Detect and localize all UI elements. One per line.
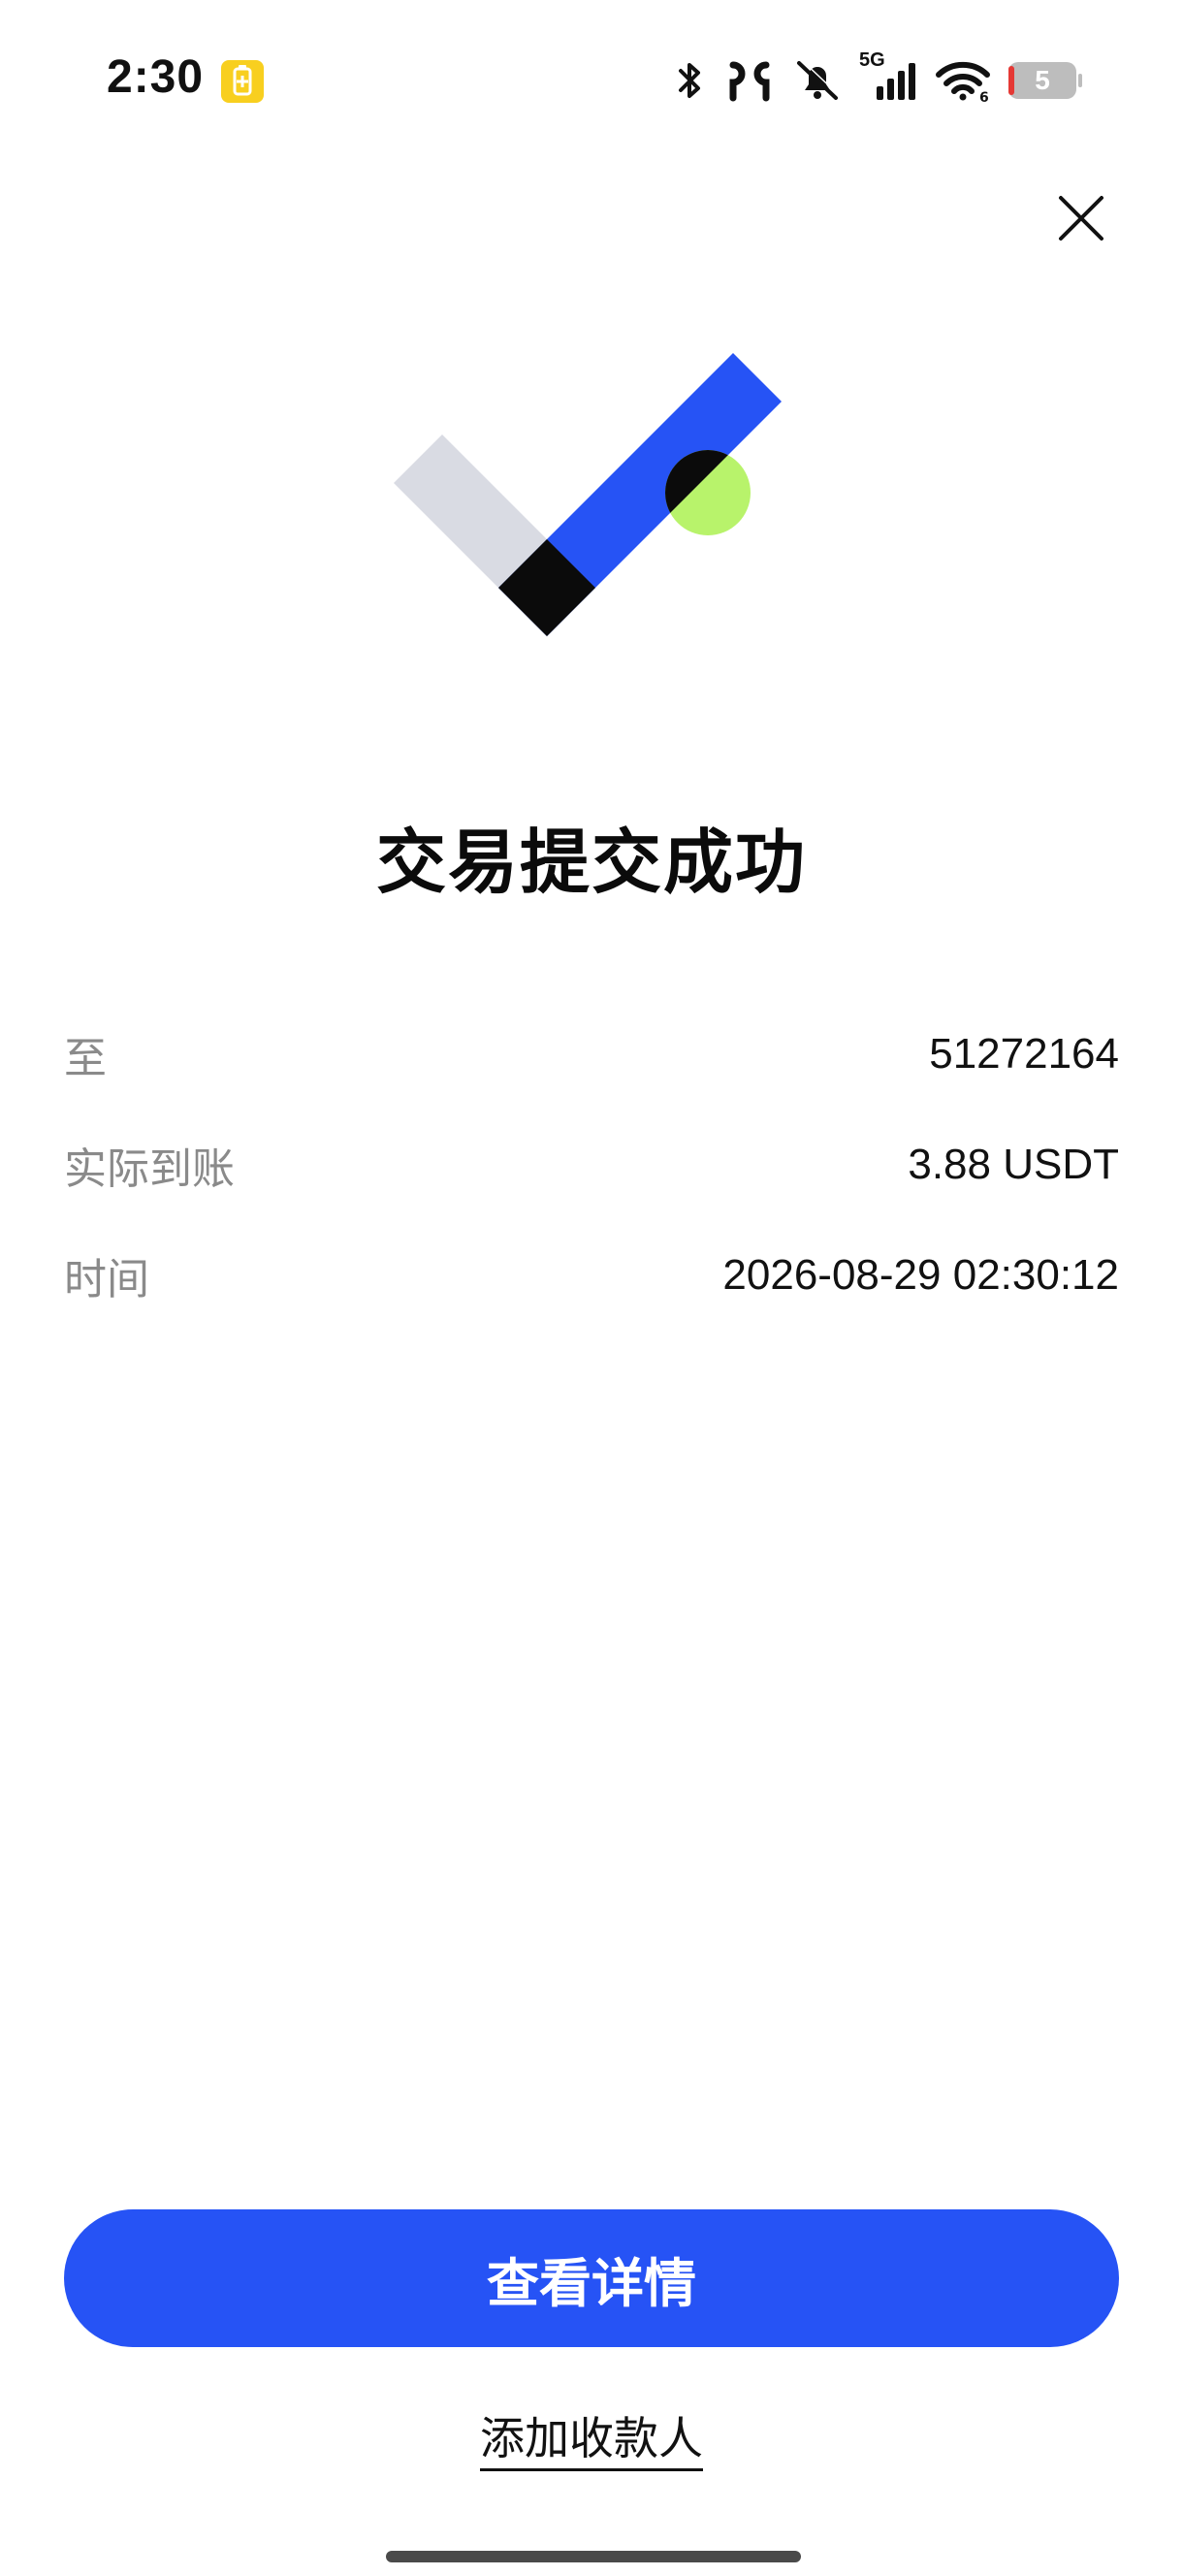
detail-value: 51272164: [929, 1030, 1119, 1078]
detail-label: 实际到账: [64, 1144, 235, 1194]
status-icons: 5G 6 5: [673, 49, 1082, 105]
status-bar: 2:30 5G 6 5: [0, 0, 1183, 145]
bluetooth-icon: [679, 63, 700, 98]
success-check-illustration: [388, 349, 795, 679]
detail-row-time: 时间 2026-08-29 02:30:12: [64, 1220, 1119, 1331]
detail-row-recipient: 至 51272164: [64, 999, 1119, 1110]
battery-level: 5: [1035, 65, 1050, 95]
detail-value: 2026-08-29 02:30:12: [722, 1251, 1119, 1299]
wifi-icon: 6: [936, 61, 990, 102]
detail-label: 时间: [64, 1255, 149, 1304]
status-time: 2:30: [107, 51, 205, 103]
page-title: 交易提交成功: [375, 821, 807, 903]
close-button[interactable]: [1047, 184, 1115, 252]
add-payee-link-container: 添加收款人: [0, 2403, 1183, 2471]
transaction-details: 至 51272164 实际到账 3.88 USDT 时间 2026-08-29 …: [64, 999, 1119, 1331]
detail-value: 3.88 USDT: [908, 1141, 1119, 1188]
detail-row-received-amount: 实际到账 3.88 USDT: [64, 1110, 1119, 1220]
signal-icon: 5G: [859, 49, 917, 102]
battery-icon: 5: [1008, 62, 1082, 99]
view-details-button[interactable]: 查看详情: [64, 2209, 1119, 2347]
earbuds-icon: [729, 61, 770, 102]
silent-icon: [797, 59, 840, 100]
home-indicator[interactable]: [386, 2551, 801, 2562]
close-icon: [1059, 196, 1103, 241]
add-payee-link[interactable]: 添加收款人: [480, 2412, 703, 2471]
detail-label: 至: [64, 1034, 107, 1083]
transaction-success-screen: 2:30 5G 6 5 交易提交成功 至 51272164 实际到账 3.88 …: [0, 0, 1183, 2576]
svg-text:6: 6: [979, 90, 989, 102]
battery-saver-icon: [221, 60, 264, 103]
